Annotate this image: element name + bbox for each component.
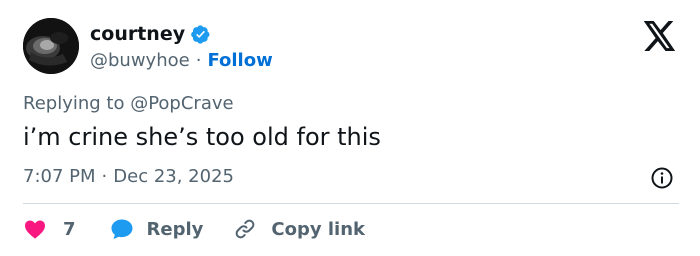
handle-separator: · <box>195 49 202 71</box>
like-button[interactable]: 7 <box>23 217 76 241</box>
replying-to-line: Replying to @PopCrave <box>23 93 234 114</box>
author-name-row: courtney <box>90 21 211 47</box>
author-handle[interactable]: @buwyhoe <box>90 50 190 71</box>
replying-to-prefix: Replying to <box>23 93 131 114</box>
reply-button[interactable]: Reply <box>110 217 204 241</box>
info-icon[interactable] <box>650 166 674 190</box>
copy-link-button[interactable]: Copy link <box>233 217 365 241</box>
reply-label: Reply <box>146 218 204 240</box>
tweet-date: Dec 23, 2025 <box>113 166 234 187</box>
verified-badge-icon <box>190 24 211 45</box>
replying-to-mention[interactable]: @PopCrave <box>130 93 233 114</box>
tweet-actions: 7 Reply Copy link <box>23 212 365 246</box>
tweet-timestamp[interactable]: 7:07 PM · Dec 23, 2025 <box>23 166 234 187</box>
divider <box>23 203 679 204</box>
tweet-card: courtney @buwyhoe · Follow Replying to @… <box>0 0 700 256</box>
avatar[interactable] <box>23 18 79 74</box>
speech-bubble-icon <box>110 217 134 241</box>
author-display-name[interactable]: courtney <box>90 23 185 45</box>
link-icon <box>233 217 257 241</box>
timestamp-separator: · <box>101 166 108 187</box>
copy-link-label: Copy link <box>271 218 365 240</box>
tweet-time: 7:07 PM <box>23 166 96 187</box>
follow-button[interactable]: Follow <box>207 50 272 71</box>
heart-icon <box>23 217 47 241</box>
avatar-image <box>23 18 79 74</box>
x-logo-icon[interactable] <box>643 21 677 51</box>
like-count: 7 <box>63 218 76 240</box>
author-handle-row: @buwyhoe · Follow <box>90 48 273 72</box>
tweet-text: i’m crine she’s too old for this <box>23 123 381 151</box>
